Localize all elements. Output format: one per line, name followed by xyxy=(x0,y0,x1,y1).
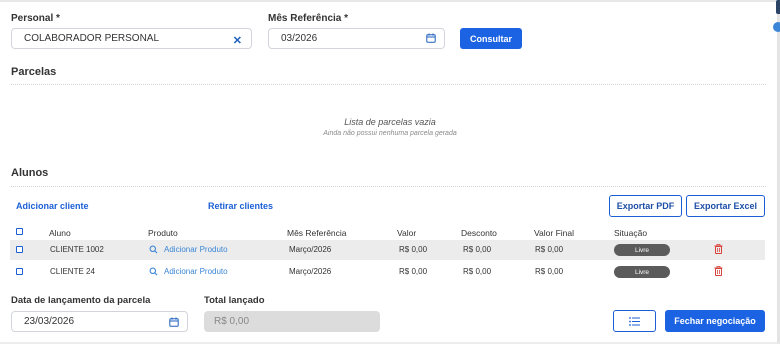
mes-cell: Março/2026 xyxy=(289,245,332,254)
personal-value: COLABORADOR PERSONAL xyxy=(24,33,160,44)
table-row[interactable]: CLIENTE 1002 Adicionar Produto Março/202… xyxy=(10,240,765,260)
desconto-cell: R$ 0,00 xyxy=(463,267,492,276)
divider xyxy=(11,84,766,85)
calendar-icon[interactable] xyxy=(426,33,436,43)
close-icon[interactable]: ✕ xyxy=(233,34,242,47)
parcelas-empty-subtitle: Ainda não possui nenhuma parcela gerada xyxy=(323,130,457,137)
add-product-link[interactable]: Adicionar Produto xyxy=(164,267,228,276)
aluno-cell: CLIENTE 24 xyxy=(50,267,95,276)
fechar-negociacao-button[interactable]: Fechar negociação xyxy=(665,310,765,332)
help-icon[interactable] xyxy=(773,22,780,32)
parcelas-empty-title: Lista de parcelas vazia xyxy=(344,117,436,127)
side-panel-tab[interactable] xyxy=(776,0,780,14)
column-header-produto: Produto xyxy=(148,228,178,238)
column-header-aluno: Aluno xyxy=(49,228,71,238)
total-lancado-field: R$ 0,00 xyxy=(204,311,380,332)
select-all-checkbox[interactable] xyxy=(16,228,23,235)
column-header-valor: Valor xyxy=(397,228,417,238)
status-badge: Livre xyxy=(614,244,670,256)
mes-referencia-value: 03/2026 xyxy=(281,33,318,44)
export-excel-button[interactable]: Exportar Excel xyxy=(686,195,765,217)
status-badge: Livre xyxy=(614,266,670,278)
column-header-mes-referencia: Mês Referência xyxy=(287,228,347,238)
valor-cell: R$ 0,00 xyxy=(399,245,428,254)
add-product-link[interactable]: Adicionar Produto xyxy=(164,245,228,254)
total-lancado-label: Total lançado xyxy=(204,295,265,306)
export-pdf-button[interactable]: Exportar PDF xyxy=(609,195,682,217)
remove-clients-button[interactable]: Retirar clientes xyxy=(208,201,273,211)
data-lancamento-label: Data de lançamento da parcela xyxy=(11,295,151,306)
mes-cell: Março/2026 xyxy=(289,267,332,276)
divider xyxy=(11,186,766,187)
parcelas-title: Parcelas xyxy=(11,66,57,78)
column-header-desconto: Desconto xyxy=(461,228,497,238)
mes-referencia-label: Mês Referência * xyxy=(268,13,349,24)
trash-icon[interactable] xyxy=(714,266,723,276)
mes-referencia-field[interactable]: 03/2026 xyxy=(268,28,445,49)
search-icon[interactable] xyxy=(149,245,158,254)
consultar-button[interactable]: Consultar xyxy=(460,28,522,49)
search-icon[interactable] xyxy=(149,267,158,276)
add-client-button[interactable]: Adicionar cliente xyxy=(16,201,89,211)
valor-final-cell: R$ 0,00 xyxy=(535,245,564,254)
personal-label: Personal * xyxy=(11,13,60,24)
data-lancamento-value: 23/03/2026 xyxy=(24,316,75,327)
valor-cell: R$ 0,00 xyxy=(399,267,428,276)
trash-icon[interactable] xyxy=(714,244,723,254)
personal-select[interactable]: COLABORADOR PERSONAL ✕ xyxy=(11,28,252,49)
alunos-title: Alunos xyxy=(11,167,49,179)
list-button[interactable] xyxy=(613,310,656,332)
data-lancamento-field[interactable]: 23/03/2026 xyxy=(11,311,188,332)
row-checkbox[interactable] xyxy=(16,246,23,253)
valor-final-cell: R$ 0,00 xyxy=(535,267,564,276)
table-row[interactable]: CLIENTE 24 Adicionar Produto Março/2026 … xyxy=(10,262,765,282)
list-icon xyxy=(629,316,640,326)
row-checkbox[interactable] xyxy=(16,268,23,275)
column-header-valor-final: Valor Final xyxy=(534,228,574,238)
calendar-icon[interactable] xyxy=(169,317,179,327)
desconto-cell: R$ 0,00 xyxy=(463,245,492,254)
page-frame xyxy=(0,0,780,344)
column-header-situacao: Situação xyxy=(614,228,648,238)
aluno-cell: CLIENTE 1002 xyxy=(50,245,104,254)
